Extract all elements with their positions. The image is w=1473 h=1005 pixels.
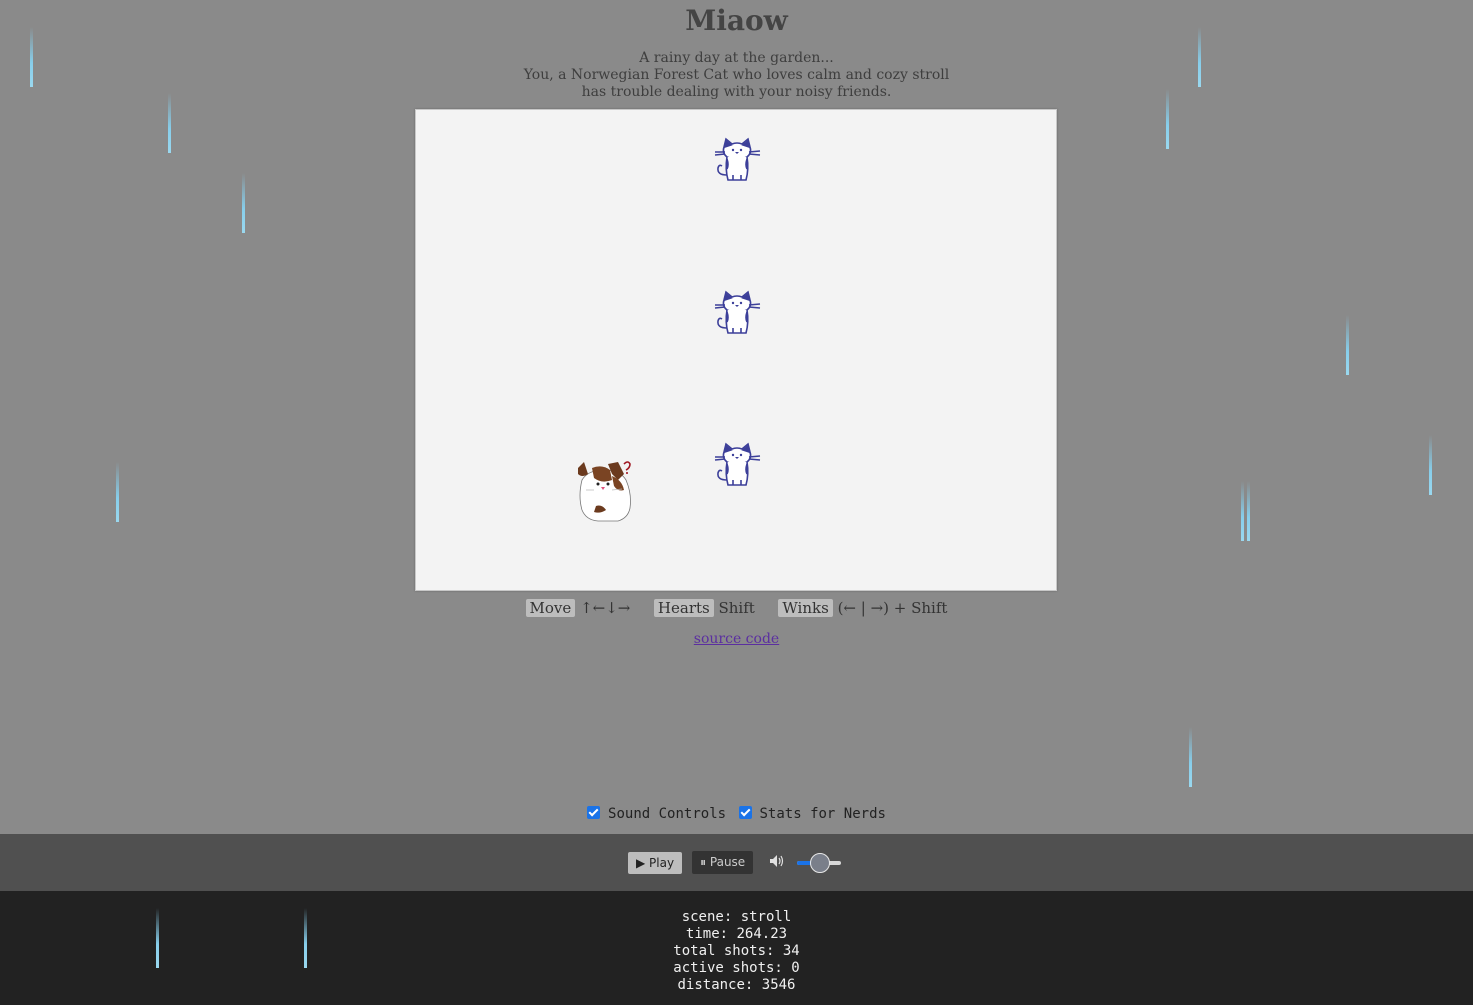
stats-for-nerds-panel: scene: stroll time: 264.23 total shots: … [0, 891, 1473, 1005]
speaker-icon[interactable] [769, 854, 785, 872]
pause-button[interactable]: ⏸ Pause [692, 851, 754, 874]
source-link-row: source code [0, 631, 1473, 647]
stat-distance: distance: 3546 [677, 977, 796, 993]
rain-drop [1166, 89, 1169, 149]
intro-line: You, a Norwegian Forest Cat who loves ca… [523, 67, 950, 83]
intro-line: A rainy day at the garden... [639, 50, 834, 66]
stat-total-shots: total shots: 34 [673, 943, 800, 959]
norwegian-forest-cat [578, 461, 631, 522]
volume-thumb[interactable] [810, 852, 831, 873]
rain-drop [1247, 481, 1250, 541]
toggles-row: Sound Controls Stats for Nerds [0, 806, 1473, 822]
friend-cat-3 [714, 442, 761, 486]
intro-line: has trouble dealing with your noisy frie… [581, 84, 892, 100]
stats-for-nerds-checkbox[interactable] [738, 806, 752, 819]
move-keys: ↑←↓→ [580, 599, 631, 617]
move-label: Move [525, 599, 576, 617]
sound-controls-label: Sound Controls [608, 806, 727, 822]
rain-drop [156, 908, 159, 968]
friend-cat-2 [714, 290, 761, 334]
rain-drop [1198, 27, 1201, 87]
stat-active-shots: active shots: 0 [673, 960, 800, 976]
rain-drop [30, 27, 33, 87]
page-title: Miaow [685, 4, 788, 37]
rain-drop [168, 93, 171, 153]
stats-for-nerds-toggle[interactable]: Stats for Nerds [738, 806, 886, 822]
rain-drop [116, 462, 119, 522]
rain-drop [1346, 315, 1349, 375]
sound-controls-bar: ▶ Play ⏸ Pause [0, 834, 1473, 891]
sound-controls-toggle[interactable]: Sound Controls [587, 806, 734, 822]
rain-drop [304, 908, 307, 968]
friend-cat-1 [714, 137, 761, 181]
stat-scene: scene: stroll [681, 909, 792, 925]
rain-drop [242, 173, 245, 233]
hearts-label: Hearts [653, 599, 714, 617]
intro-text: A rainy day at the garden... You, a Norw… [0, 50, 1473, 101]
game-canvas[interactable] [415, 109, 1057, 591]
hearts-keys: Shift [718, 599, 755, 617]
sound-controls-checkbox[interactable] [587, 806, 601, 819]
winks-label: Winks [778, 599, 833, 617]
controls-help: Move ↑←↓→ Hearts Shift Winks (← | →) + S… [0, 599, 1473, 617]
winks-keys: (← | →) + Shift [837, 599, 948, 617]
rain-drop [1189, 727, 1192, 787]
rain-drop [1429, 435, 1432, 495]
rain-drop [1241, 481, 1244, 541]
play-button[interactable]: ▶ Play [628, 851, 683, 874]
stats-for-nerds-label: Stats for Nerds [759, 806, 886, 822]
source-code-link[interactable]: source code [694, 631, 779, 647]
volume-slider[interactable] [797, 852, 842, 873]
stat-time: time: 264.23 [685, 926, 788, 942]
